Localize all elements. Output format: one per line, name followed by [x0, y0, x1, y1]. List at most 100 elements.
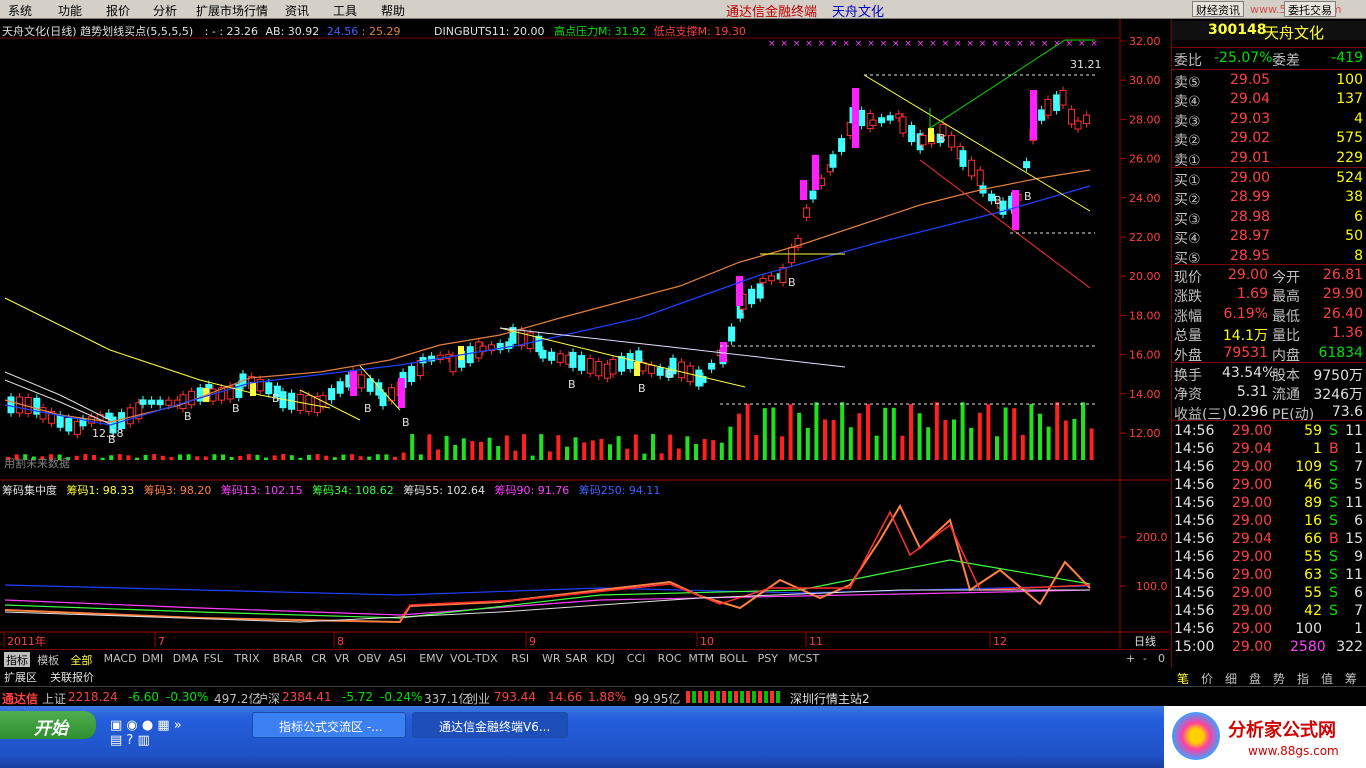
quote-row: 总量 14.1万 量比 1.36	[1172, 324, 1366, 344]
start-button[interactable]: 开始	[0, 711, 96, 739]
tab-macd[interactable]: MACD	[104, 652, 137, 665]
tab-vol-tdx[interactable]: VOL-TDX	[450, 652, 498, 665]
svg-text:×: ×	[830, 39, 838, 49]
time-tick: 10	[700, 635, 714, 648]
buy-point-label: B	[272, 392, 280, 405]
tab-brar[interactable]: BRAR	[273, 652, 303, 665]
hs-index-label[interactable]: 沪深	[256, 690, 280, 707]
bid-row[interactable]: 买③ 28.98 6	[1172, 208, 1366, 228]
trade-button[interactable]: 委托交易	[1284, 1, 1336, 17]
detail-tab[interactable]: 筹	[1345, 670, 1357, 687]
indicator-tab-bar: 指标 模板 全部 MACD DMI DMA FSL TRIX BRAR CR VR OBV ASI EMV…	[0, 649, 1170, 668]
menu-info[interactable]: 资讯	[285, 2, 309, 19]
sh-index-label[interactable]: 上证	[42, 690, 66, 707]
bid-price: 29.00	[1230, 170, 1271, 186]
tab-cr[interactable]: CR	[311, 652, 326, 665]
tab-dma[interactable]: DMA	[173, 652, 199, 665]
task-formula-forum[interactable]: 指标公式交流区 -...	[252, 712, 406, 738]
server-name[interactable]: 深圳行情主站2	[790, 690, 870, 707]
cy-index-value: 793.44	[494, 690, 536, 704]
bid-row[interactable]: 买① 29.00 524	[1172, 169, 1366, 189]
tab-sar[interactable]: SAR	[565, 652, 587, 665]
tab-dmi[interactable]: DMI	[142, 652, 163, 665]
detail-tab[interactable]: 盘	[1249, 670, 1261, 687]
zoom-out-button[interactable]: -	[1143, 652, 1147, 665]
tab-emv[interactable]: EMV	[419, 652, 443, 665]
tab-related-quote[interactable]: 关联报价	[50, 669, 94, 685]
tab-rsi[interactable]: RSI	[511, 652, 529, 665]
menu-help[interactable]: 帮助	[381, 2, 405, 19]
tab-mtm[interactable]: MTM	[688, 652, 714, 665]
tick-count: 5	[1354, 477, 1363, 493]
chart-canvas[interactable]: × × × × × × × × × × × × × × × × × × × × × × × × × × × B B B B B B B B B B B B…	[0, 19, 1170, 649]
menu-analysis[interactable]: 分析	[153, 2, 177, 19]
indicator-title: 天舟文化(日线) 趋势划线买点(5,5,5,5)	[2, 25, 194, 38]
tab-roc[interactable]: ROC	[658, 652, 682, 665]
detail-tab[interactable]: 细	[1225, 670, 1237, 687]
tab-trix[interactable]: TRIX	[234, 652, 259, 665]
menu-extended-market[interactable]: 扩展市场行情	[196, 2, 268, 19]
tab-boll[interactable]: BOLL	[719, 652, 747, 665]
detail-tab[interactable]: 指	[1297, 670, 1309, 687]
tab-模板[interactable]: 模板	[37, 652, 59, 668]
tab-vr[interactable]: VR	[334, 652, 349, 665]
time-tick: 8	[337, 635, 344, 648]
ask-row[interactable]: 卖③ 29.03 4	[1172, 110, 1366, 130]
menu-quote[interactable]: 报价	[106, 2, 130, 19]
quote-row-value2: 26.40	[1322, 305, 1363, 322]
site-logo: 分析家公式网 www.88gs.com	[1164, 706, 1366, 768]
price-tick: 32.00	[1129, 35, 1161, 48]
svg-text:×: ×	[991, 39, 999, 49]
ask-row[interactable]: 卖① 29.01 229	[1172, 149, 1366, 169]
menu-tools[interactable]: 工具	[333, 2, 357, 19]
bid-row[interactable]: 买② 28.99 38	[1172, 188, 1366, 208]
ask-row[interactable]: 卖④ 29.04 137	[1172, 90, 1366, 110]
tab-cci[interactable]: CCI	[627, 652, 646, 665]
quick-launch-icons[interactable]: ▣ ◉ ● ▦ » ▤ ? ▥	[110, 718, 210, 758]
logo-title: 分析家公式网	[1228, 720, 1336, 741]
detail-tab[interactable]: 势	[1273, 670, 1285, 687]
quote-row-value2: 61834	[1318, 344, 1363, 361]
menu-system[interactable]: 系统	[8, 2, 32, 19]
bid-row[interactable]: 买⑤ 28.95 8	[1172, 247, 1366, 267]
buy-point-label: B	[232, 402, 240, 415]
detail-tab[interactable]: 值	[1321, 670, 1333, 687]
tick-direction: S	[1329, 549, 1338, 565]
svg-text:×: ×	[793, 39, 801, 49]
task-label: 指标公式交流区 -...	[279, 720, 383, 734]
menu-function[interactable]: 功能	[58, 2, 82, 19]
cy-index-label[interactable]: 创业	[466, 690, 490, 707]
tab-asi[interactable]: ASI	[388, 652, 406, 665]
tab-psy[interactable]: PSY	[758, 652, 778, 665]
tab-指标[interactable]: 指标	[4, 652, 30, 668]
reset-button[interactable]: 0	[1158, 652, 1165, 665]
tab-kdj[interactable]: KDJ	[596, 652, 615, 665]
zoom-in-button[interactable]: +	[1126, 652, 1135, 665]
kline-chart-area[interactable]: × × × × × × × × × × × × × × × × × × × × × × × × × × × B B B B B B B B B B B B…	[0, 19, 1170, 649]
tick-time: 14:56	[1174, 459, 1215, 475]
detail-tab[interactable]: 笔	[1177, 670, 1189, 687]
tick-volume: 46	[1304, 477, 1322, 493]
detail-tab[interactable]: 价	[1201, 670, 1213, 687]
ask-row[interactable]: 卖⑤ 29.05 100	[1172, 71, 1366, 91]
tab-fsl[interactable]: FSL	[204, 652, 223, 665]
quote-row-label2: 最低	[1272, 308, 1300, 325]
finance-news-button[interactable]: 财经资讯	[1192, 1, 1244, 17]
chip-3: 筹码3: 98.20	[143, 484, 212, 497]
main-indicator-header: 天舟文化(日线) 趋势划线买点(5,5,5,5) : - : 23.26 AB:…	[2, 23, 746, 39]
period-label[interactable]: 日线	[1134, 634, 1156, 648]
tab-全部[interactable]: 全部	[70, 652, 92, 668]
tab-obv[interactable]: OBV	[358, 652, 381, 665]
buy-point-label: B	[568, 378, 576, 391]
ask-row[interactable]: 卖② 29.02 575	[1172, 129, 1366, 149]
bid-row[interactable]: 买④ 28.97 50	[1172, 227, 1366, 247]
ask-price: 29.02	[1230, 130, 1271, 147]
tab-extended-area[interactable]: 扩展区	[4, 669, 37, 685]
tab-mcst[interactable]: MCST	[788, 652, 819, 665]
ask-price: 29.05	[1230, 72, 1271, 88]
task-tdx-terminal[interactable]: 通达信金融终端V6...	[412, 712, 568, 738]
tab-wr[interactable]: WR	[542, 652, 561, 665]
svg-text:×: ×	[842, 39, 850, 49]
ask-volume: 229	[1336, 149, 1363, 166]
stat-row-value2: 9750万	[1313, 368, 1363, 384]
